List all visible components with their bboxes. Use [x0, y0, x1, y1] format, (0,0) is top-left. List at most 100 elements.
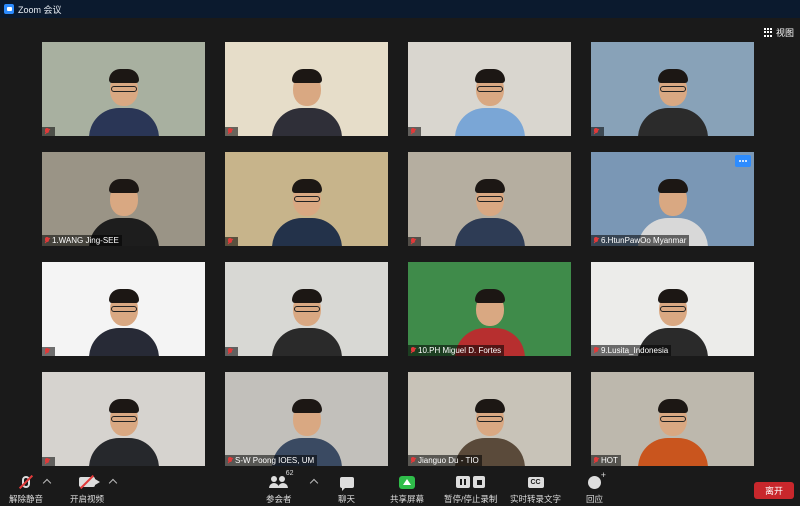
grid-view-icon [763, 28, 773, 37]
participant-tile[interactable] [42, 262, 205, 356]
participant-tile[interactable]: 1.WANG Jing-SEE [42, 152, 205, 246]
participant-name: 9.Lusita_Indonesia [601, 346, 669, 355]
reactions-button[interactable]: 回应 [586, 470, 606, 505]
microphone-muted-icon [410, 238, 416, 245]
participant-video [88, 396, 159, 466]
microphone-muted-icon [593, 237, 599, 244]
participant-tile[interactable]: S-W Poong IOES, UM [225, 372, 388, 466]
stop-icon [473, 476, 486, 488]
participant-tile[interactable] [408, 42, 571, 136]
participant-name-tag: Jianguo Du - TIO [408, 455, 482, 466]
participant-name-tag: 6.HtunPawOo Myanmar [591, 235, 690, 246]
microphone-muted-icon [410, 457, 416, 464]
participant-video [454, 66, 525, 136]
more-options-icon[interactable] [735, 155, 751, 167]
participants-count: 62 [285, 470, 294, 477]
audio-options-chevron-icon[interactable] [42, 478, 52, 488]
live-transcript-button[interactable]: CC 实时转录文字 [510, 474, 561, 505]
record-label: 暂停/停止录制 [444, 494, 498, 504]
participant-name-tag: S-W Poong IOES, UM [225, 455, 318, 466]
start-video-label: 开启视频 [70, 494, 105, 504]
leave-button[interactable]: 离开 [754, 482, 794, 499]
emoji-reaction-icon [588, 470, 606, 489]
record-controls-button[interactable]: 暂停/停止录制 [444, 474, 497, 505]
participant-tile[interactable] [225, 42, 388, 136]
microphone-muted-icon [410, 347, 416, 354]
participant-video [271, 66, 342, 136]
participant-tile[interactable] [591, 42, 754, 136]
microphone-muted-icon [227, 238, 233, 245]
share-screen-button[interactable]: 共享屏幕 [390, 474, 424, 505]
microphone-muted-icon [227, 128, 233, 135]
unmute-button[interactable]: 解除静音 [9, 474, 43, 505]
participant-tile[interactable] [42, 42, 205, 136]
participant-name: HOT [601, 456, 618, 465]
participants-icon [268, 476, 287, 488]
microphone-muted-icon [410, 128, 416, 135]
reactions-label: 回应 [586, 494, 604, 504]
meeting-toolbar: 解除静音 开启视频 62 参会者 聊天 共享屏幕 暂停/停止录制 CC 实时转录… [0, 470, 800, 506]
participant-name-tag [225, 347, 238, 356]
microphone-muted-icon [593, 347, 599, 354]
share-screen-label: 共享屏幕 [390, 494, 425, 504]
participant-tile[interactable] [42, 372, 205, 466]
participant-video [637, 66, 708, 136]
window-title: Zoom 会议 [18, 4, 62, 15]
start-video-button[interactable]: 开启视频 [70, 474, 104, 505]
participant-name: 6.HtunPawOo Myanmar [601, 236, 687, 245]
microphone-muted-icon [44, 237, 50, 244]
participant-name: S-W Poong IOES, UM [235, 456, 315, 465]
chat-icon [339, 476, 354, 491]
closed-caption-icon: CC [527, 476, 544, 488]
microphone-muted-icon [227, 457, 233, 464]
participant-name-tag: 10.PH Miguel D. Fortes [408, 345, 505, 356]
microphone-muted-icon [44, 348, 50, 355]
video-gallery: 1.WANG Jing-SEE 6.HtunPawOo Myanmar 10.PH … [42, 42, 757, 466]
view-button[interactable]: 视图 [763, 26, 794, 39]
participant-name-tag [591, 127, 604, 136]
participant-name-tag [408, 237, 421, 246]
microphone-muted-icon [593, 128, 599, 135]
participant-video [88, 66, 159, 136]
participant-tile[interactable]: 9.Lusita_Indonesia [591, 262, 754, 356]
microphone-muted-icon [227, 348, 233, 355]
participants-button[interactable]: 62 参会者 [266, 470, 294, 505]
pause-icon [456, 476, 471, 488]
participants-label: 参会者 [266, 494, 292, 504]
microphone-muted-icon [44, 128, 50, 135]
participant-tile[interactable] [225, 262, 388, 356]
video-options-chevron-icon[interactable] [108, 478, 118, 488]
participant-name-tag: HOT [591, 455, 621, 466]
participant-name: 1.WANG Jing-SEE [52, 236, 119, 245]
participant-video [271, 286, 342, 356]
participant-name-tag: 9.Lusita_Indonesia [591, 345, 672, 356]
share-screen-icon [399, 475, 415, 489]
participant-tile[interactable]: 6.HtunPawOo Myanmar [591, 152, 754, 246]
participant-name-tag [42, 127, 55, 136]
chat-button[interactable]: 聊天 [338, 474, 355, 505]
view-label: 视图 [775, 28, 794, 38]
participant-name-tag [225, 127, 238, 136]
microphone-muted-icon [593, 457, 599, 464]
participant-name-tag: 1.WANG Jing-SEE [42, 235, 122, 246]
participant-tile[interactable] [225, 152, 388, 246]
participant-name-tag [408, 127, 421, 136]
participant-name-tag [225, 237, 238, 246]
participant-name: Jianguo Du - TIO [418, 456, 479, 465]
participant-tile[interactable]: 10.PH Miguel D. Fortes [408, 262, 571, 356]
participant-tile[interactable]: HOT [591, 372, 754, 466]
microphone-muted-icon [44, 458, 50, 465]
participants-options-chevron-icon[interactable] [309, 478, 319, 488]
participant-tile[interactable]: Jianguo Du - TIO [408, 372, 571, 466]
participant-video [637, 396, 708, 466]
live-transcript-label: 实时转录文字 [510, 494, 562, 504]
participant-video [271, 176, 342, 246]
title-bar: Zoom 会议 [0, 0, 800, 18]
participant-video [454, 176, 525, 246]
chat-label: 聊天 [338, 494, 356, 504]
participant-name-tag [42, 347, 55, 356]
participant-name-tag [42, 457, 55, 466]
unmute-label: 解除静音 [9, 494, 44, 504]
participant-video [88, 286, 159, 356]
participant-tile[interactable] [408, 152, 571, 246]
